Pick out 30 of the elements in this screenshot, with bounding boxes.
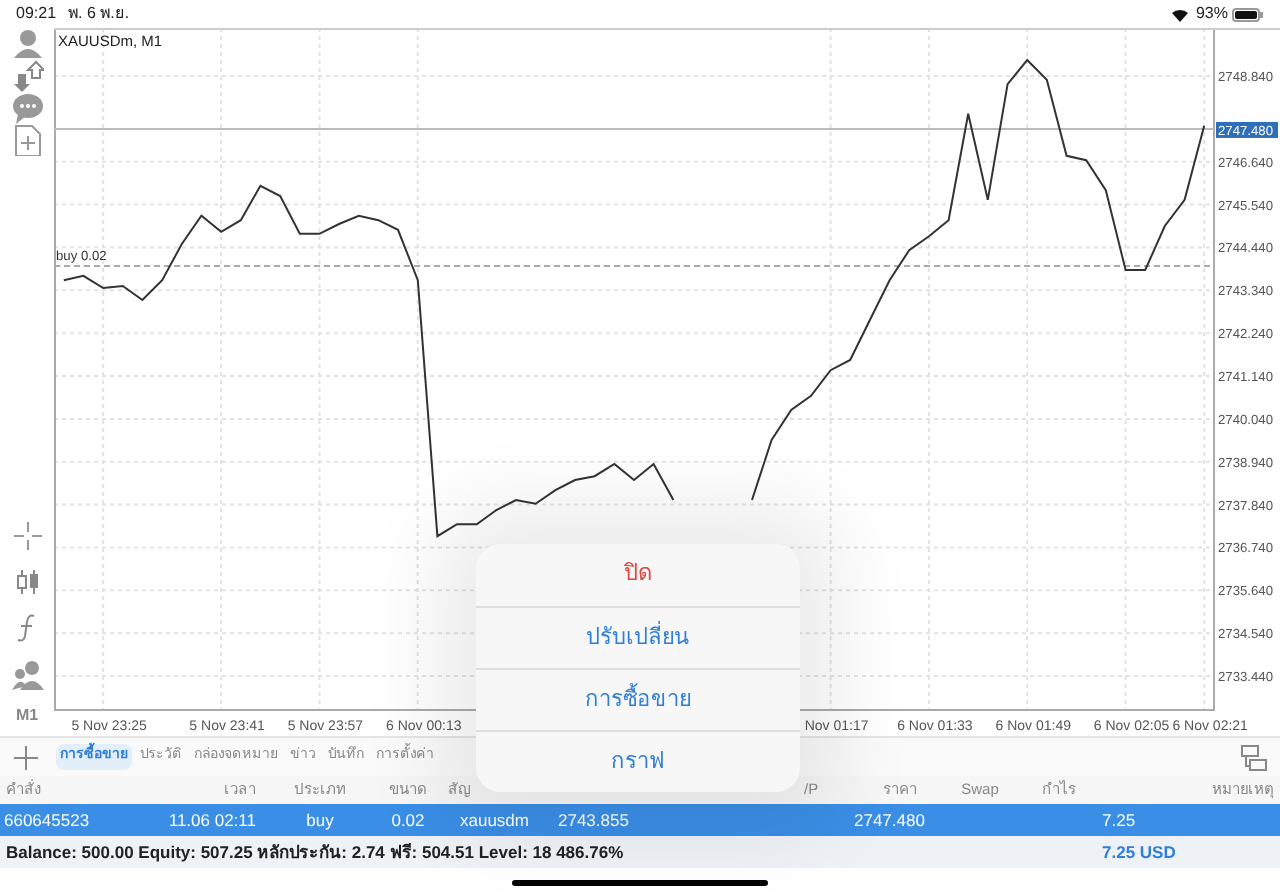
account-summary: Balance: 500.00 Equity: 507.25 หลักประกัน: 2.74 ฟรี: 504.51 Level: 18 486.76% — [4, 839, 626, 865]
add-icon[interactable] — [12, 743, 40, 771]
menu-item[interactable]: ปรับเปลี่ยน — [476, 606, 800, 668]
account-icon[interactable] — [11, 28, 43, 60]
people-icon[interactable] — [11, 658, 43, 690]
crosshair-icon[interactable] — [11, 520, 43, 552]
menu-item[interactable]: กราฟ — [476, 730, 800, 792]
battery-percent: 93% — [1195, 2, 1228, 26]
table-cell-text: xauusdm — [458, 807, 531, 833]
total-profit: 7.25 USD — [1102, 839, 1176, 865]
status-time: 09:21 — [16, 2, 57, 26]
wifi-icon — [1169, 6, 1190, 22]
battery-icon — [1232, 7, 1264, 21]
layout-icon[interactable] — [1240, 743, 1268, 771]
arrows-icon[interactable] — [11, 60, 43, 92]
table-cell: 11.06 02:11 — [168, 807, 256, 833]
table-row[interactable]: 660645523 11.06 02:11 buy 0.02 xauusdm 2743.855 2747.480 7.25 — [0, 804, 1280, 836]
timeframe-button[interactable]: M1 — [15, 704, 39, 728]
table-cell-text: 0.02 — [389, 807, 427, 833]
add-document-icon[interactable] — [11, 124, 43, 156]
menu-item[interactable]: การซื้อขาย — [476, 668, 800, 730]
table-cell-text: 7.25 — [1102, 807, 1138, 833]
status-date: พ. 6 พ.ย. — [68, 2, 130, 26]
candlestick-icon[interactable] — [11, 566, 43, 598]
table-cell-text: 2747.480 — [854, 807, 927, 833]
chat-icon[interactable] — [11, 92, 43, 124]
table-cell-text: buy — [304, 807, 336, 833]
menu-item[interactable]: ปิด — [476, 544, 800, 606]
table-cell-text: 2743.855 — [556, 807, 631, 833]
table-cell-text: 660645523 — [2, 807, 92, 833]
